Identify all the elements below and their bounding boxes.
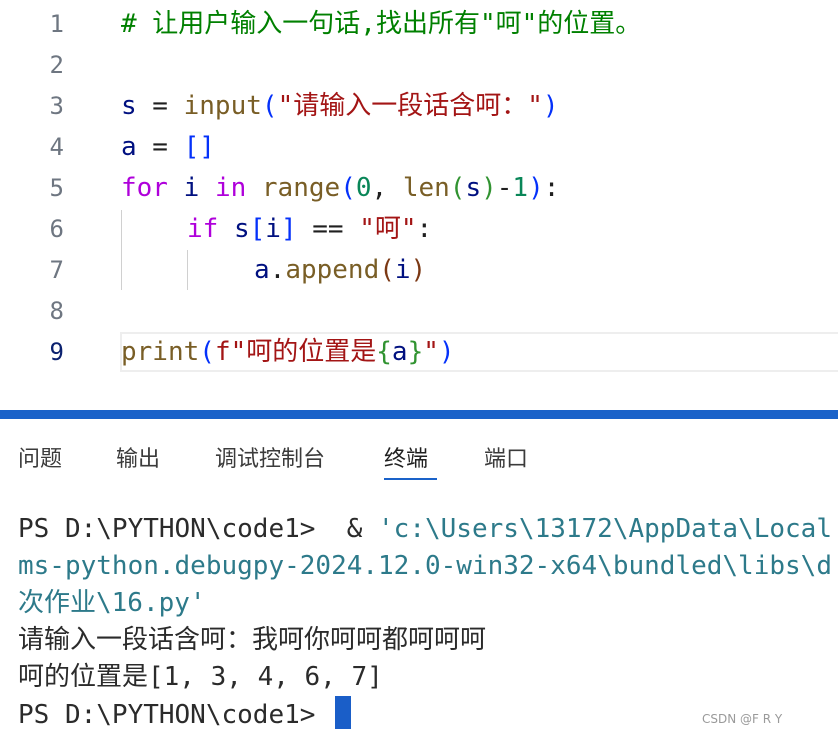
- token-fn: print: [121, 337, 200, 367]
- token-var: a: [391, 337, 408, 367]
- token-paren: ): [542, 91, 559, 121]
- token-kw: if: [187, 214, 219, 244]
- code-line-9[interactable]: 9 print(f"呵的位置是{a}"): [0, 332, 838, 373]
- code-line-7[interactable]: 7 a.append(i): [0, 250, 838, 291]
- tab-ports[interactable]: 端口: [484, 441, 528, 473]
- token-paren: (: [379, 255, 395, 285]
- token-paren: (: [340, 173, 356, 203]
- code-text: a.append(i): [254, 250, 426, 291]
- code-line-1[interactable]: 1 # 让用户输入一句话,找出所有"呵"的位置。: [0, 4, 838, 45]
- line-number: 6: [49, 215, 64, 243]
- line-number: 3: [49, 92, 64, 120]
- token-op: .: [269, 255, 286, 285]
- terminal-prompt: PS D:\PYTHON\code1> &: [18, 514, 379, 544]
- token-fn: input: [183, 91, 262, 121]
- token-paren: ): [528, 173, 544, 203]
- token-var: s: [233, 214, 250, 244]
- code-line-4[interactable]: 4 a = []: [0, 127, 838, 168]
- token-paren: ): [438, 337, 455, 367]
- code-editor[interactable]: 1 # 让用户输入一句话,找出所有"呵"的位置。 2 3 s = input("…: [0, 0, 838, 410]
- bottom-panel: 问题 输出 调试控制台 终端 端口 PS D:\PYTHON\code1> & …: [0, 419, 838, 736]
- terminal-path: 'c:\Users\13172\AppData\Local: [378, 514, 832, 544]
- terminal-line: 请输入一段话含呵：我呵你呵呵都呵呵呵: [18, 625, 487, 655]
- comment: # 让用户输入一句话,找出所有"呵"的位置。: [121, 9, 642, 39]
- tab-problems[interactable]: 问题: [18, 441, 62, 473]
- terminal-line: 呵的位置是[1, 3, 4, 6, 7]: [18, 662, 383, 692]
- terminal-prompt: PS D:\PYTHON\code1>: [18, 700, 332, 730]
- line-number: 2: [49, 51, 64, 79]
- terminal-line: PS D:\PYTHON\code1>: [18, 696, 352, 733]
- token-paren: (: [449, 173, 466, 203]
- code-text: a = []: [121, 127, 215, 168]
- watermark: CSDN @F R Y: [702, 712, 783, 726]
- token-op: :: [416, 214, 433, 244]
- token-num: 1: [512, 173, 529, 203]
- token-fn: append: [285, 255, 380, 285]
- token-var: i: [394, 255, 411, 285]
- token-var: i: [265, 214, 281, 244]
- token-paren: (: [199, 337, 215, 367]
- token-var: a: [121, 132, 137, 162]
- terminal-cursor: [335, 696, 352, 729]
- code-text: s = input("请输入一段话含呵："): [121, 86, 559, 127]
- token-op: ==: [296, 214, 360, 244]
- token-paren: ): [481, 173, 497, 203]
- code-text: print(f"呵的位置是{a}"): [121, 332, 455, 373]
- code-line-3[interactable]: 3 s = input("请输入一段话含呵："): [0, 86, 838, 127]
- token-fn: range: [261, 173, 341, 203]
- tab-terminal[interactable]: 终端: [384, 441, 428, 473]
- token-paren: ): [410, 255, 427, 285]
- code-text: for i in range(0, len(s)-1):: [121, 168, 559, 209]
- line-number: 4: [49, 133, 64, 161]
- token-op: ,: [371, 173, 403, 203]
- token-op: -: [496, 173, 513, 203]
- code-line-8[interactable]: 8: [0, 291, 838, 332]
- token-brace: {: [376, 337, 392, 367]
- token-kw: for: [121, 173, 168, 203]
- token-op: =: [136, 91, 184, 121]
- panel-resize-sash[interactable]: [0, 410, 838, 419]
- token-op: =: [136, 132, 184, 162]
- token-fn: len: [402, 173, 450, 203]
- token-op: :: [543, 173, 560, 203]
- line-number: 1: [49, 10, 64, 38]
- token-var: s: [465, 173, 482, 203]
- terminal-line: PS D:\PYTHON\code1> & 'c:\Users\13172\Ap…: [18, 511, 832, 548]
- token-bracket: [: [249, 214, 266, 244]
- tab-output[interactable]: 输出: [116, 441, 160, 473]
- line-number: 9: [49, 338, 64, 366]
- line-number: 7: [49, 256, 64, 284]
- token-str: f"呵的位置是: [214, 337, 377, 367]
- tab-debug-console[interactable]: 调试控制台: [215, 441, 325, 473]
- token-paren: (: [261, 91, 278, 121]
- code-line-5[interactable]: 5 for i in range(0, len(s)-1):: [0, 168, 838, 209]
- line-number: 5: [49, 174, 64, 202]
- token-var: s: [121, 91, 137, 121]
- token-kw: in: [214, 173, 247, 203]
- token-var: i: [183, 173, 200, 203]
- terminal-line: ms-python.debugpy-2024.12.0-win32-x64\bu…: [18, 551, 832, 581]
- code-text: if s[i] == "呵":: [187, 209, 432, 250]
- token-brace: }: [407, 337, 424, 367]
- code-line-6[interactable]: 6 if s[i] == "呵":: [0, 209, 838, 250]
- token-var: a: [254, 255, 270, 285]
- active-tab-indicator: [384, 478, 437, 480]
- panel-tabs: 问题 输出 调试控制台 终端 端口: [0, 419, 838, 499]
- token-bracket: []: [183, 132, 215, 162]
- token-bracket: ]: [280, 214, 297, 244]
- terminal-line: 次作业\16.py': [18, 588, 206, 618]
- code-line-2[interactable]: 2: [0, 45, 838, 86]
- line-number: 8: [49, 297, 64, 325]
- token-str: ": [423, 337, 439, 367]
- token-num: 0: [355, 173, 372, 203]
- token-str: "呵": [359, 214, 417, 244]
- token-str: "请输入一段话含呵：": [277, 91, 543, 121]
